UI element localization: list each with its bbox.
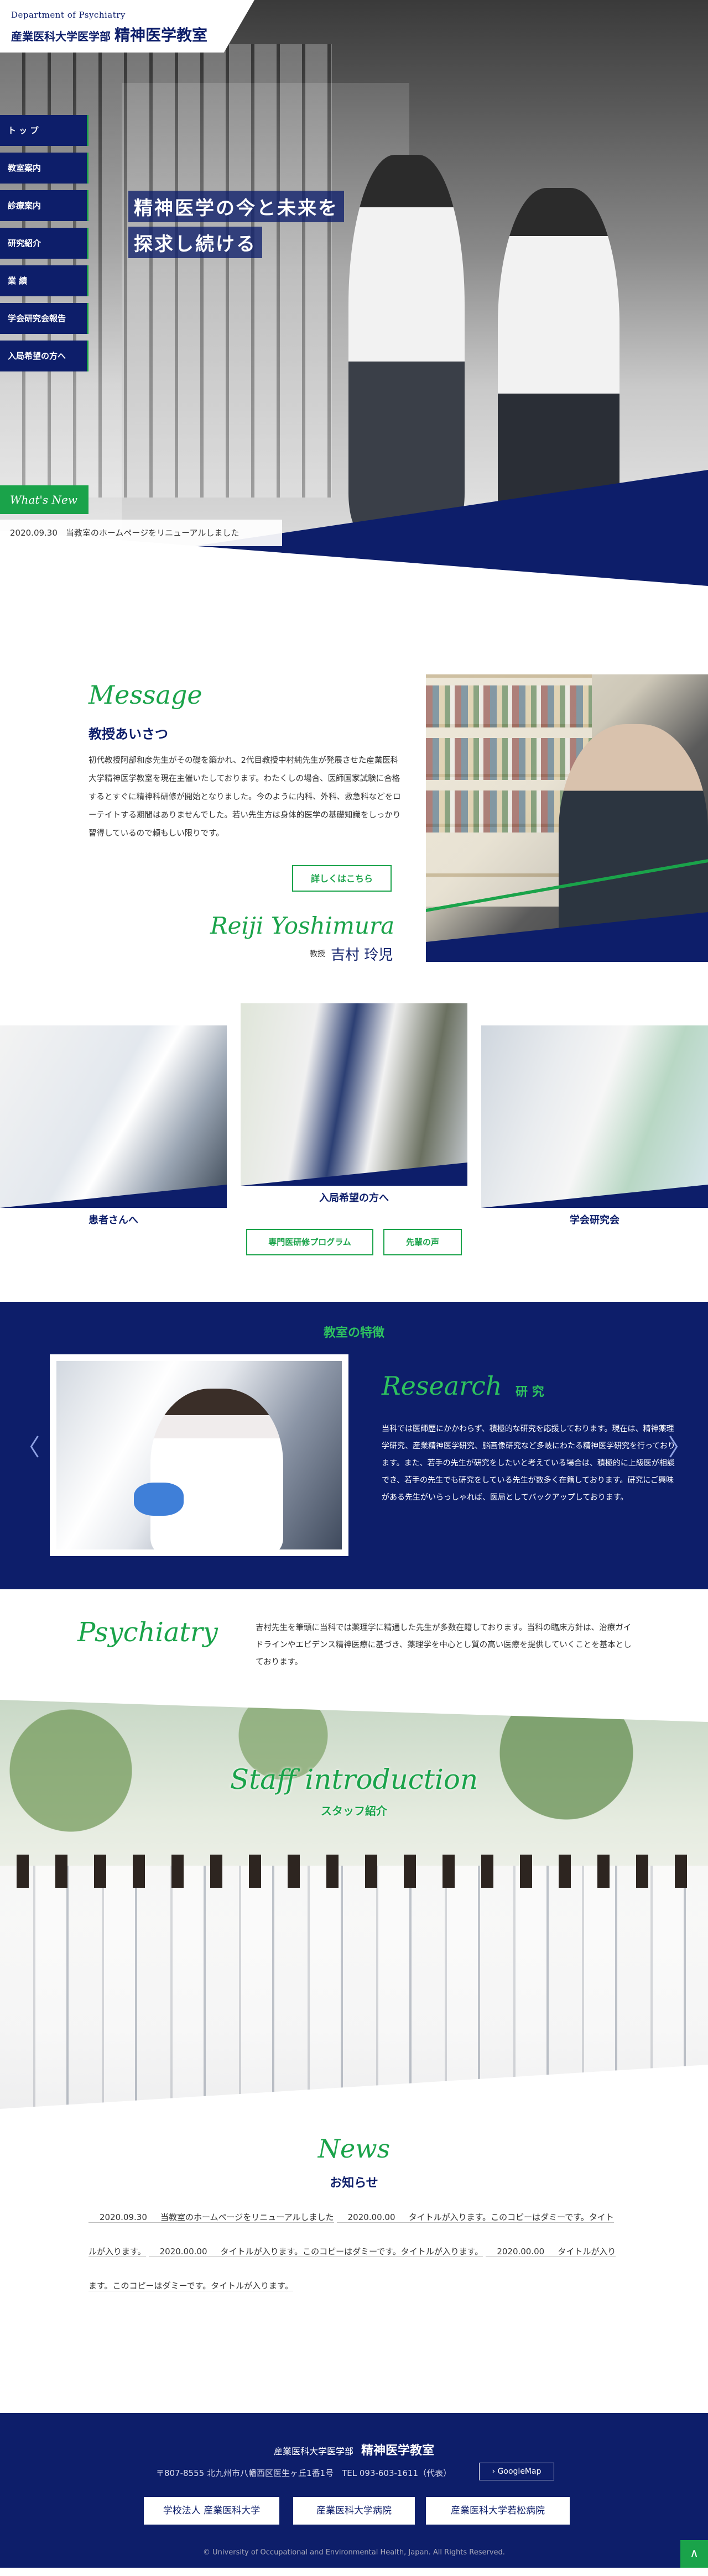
card-recruit-label: 入局希望の方へ [319, 1192, 389, 1204]
slider-prev-icon[interactable]: 〈 [17, 1429, 40, 1463]
footer-org: 産業医科大学医学部 精神医学教室 [0, 2441, 708, 2458]
research-title-ja: 研 究 [516, 1385, 544, 1399]
nav-top[interactable]: ト ッ プ [0, 115, 88, 146]
card-patients[interactable]: 患者さんへ [0, 1025, 227, 1226]
news-title-en: News [317, 2134, 391, 2164]
hero-doctor-1 [348, 155, 465, 531]
research-photo-researcher [150, 1389, 283, 1554]
features-section: 教室の特徴 〈 Research 研 究 当科では医師歴にかかわらず、積極的な研… [0, 1302, 708, 1589]
signature-name: 吉村 玲児 [331, 947, 393, 964]
footer-address: 〒807-8555 北九州市八幡西区医生ヶ丘1番1号 TEL 093-603-1… [156, 2468, 452, 2478]
card-patients-label: 患者さんへ [88, 1214, 138, 1226]
news-date: 2020.00.00 [347, 2212, 395, 2222]
nav-research[interactable]: 研究紹介 [0, 228, 88, 259]
news-date: 2020.00.00 [497, 2247, 545, 2256]
message-section: Message 教授あいさつ 初代教授阿部和彦先生がその礎を築かれ、2代目教授中… [0, 622, 708, 1003]
banner-hospital[interactable]: 産業医科大学病院 [293, 2497, 415, 2525]
nav-recruit[interactable]: 入局希望の方へ [0, 341, 88, 371]
nav-conference[interactable]: 学会研究会報告 [0, 303, 88, 334]
training-program-button[interactable]: 専門医研修プログラム [246, 1229, 373, 1255]
hero-catchcopy: 精神医学の今と未来を 探求し続ける [128, 191, 344, 263]
nav-clinic[interactable]: 診療案内 [0, 190, 88, 221]
signature-en: Reiji Yoshimura [210, 912, 395, 939]
hero-section: Department of Psychiatry 産業医科大学医学部 精神医学教… [0, 0, 708, 622]
nav-achievements[interactable]: 業 績 [0, 265, 88, 296]
features-subtitle: 教室の特徴 [323, 1326, 384, 1340]
staff-title-en: Staff introduction [230, 1763, 478, 1795]
professor-portrait [426, 674, 708, 962]
senior-voice-button[interactable]: 先輩の声 [383, 1229, 462, 1255]
card-patients-image [0, 1025, 227, 1208]
card-society-photo [481, 1025, 708, 1208]
site-logo[interactable]: Department of Psychiatry 産業医科大学医学部 精神医学教… [0, 0, 254, 53]
staff-title-ja: スタッフ紹介 [321, 1804, 387, 1818]
staff-photo-heads [0, 1855, 708, 1888]
staff-section[interactable]: Staff introduction スタッフ紹介 [0, 1700, 708, 2109]
news-text: 当教室のホームページをリニューアルしました [160, 2212, 334, 2222]
news-date: 2020.00.00 [159, 2247, 207, 2256]
side-nav: ト ッ プ 教室案内 診療案内 研究紹介 業 績 学会研究会報告 入局希望の方へ [0, 115, 88, 378]
message-title-en: Message [88, 680, 202, 710]
banner-wakamatsu[interactable]: 産業医科大学若松病院 [426, 2497, 570, 2525]
googlemap-button[interactable]: › GoogleMap [479, 2463, 554, 2480]
research-title-en: Research [382, 1371, 502, 1401]
catch-line-2: 探求し続ける [128, 227, 262, 258]
site-title: 産業医科大学医学部 精神医学教室 [11, 23, 243, 45]
catch-line-1: 精神医学の今と未来を [128, 191, 344, 222]
site-footer: 産業医科大学医学部 精神医学教室 〒807-8555 北九州市八幡西区医生ヶ丘1番… [0, 2413, 708, 2568]
pagetop-icon[interactable]: ∧ [680, 2540, 708, 2568]
news-item[interactable]: 2020.09.30 当教室のホームページをリニューアルしました [88, 2212, 334, 2223]
research-photo [50, 1354, 348, 1556]
signature-role: 教授 [310, 950, 325, 959]
footer-univ: 産業医科大学医学部 [273, 2446, 353, 2457]
news-text: タイトルが入ります。このコピーはダミーです。タイトルが入ります。 [220, 2247, 483, 2256]
message-title-ja: 教授あいさつ [88, 726, 168, 742]
lab-name: 精神医学教室 [114, 26, 207, 44]
psychiatry-title: Psychiatry [77, 1617, 218, 1648]
hero-doctor-2 [498, 188, 620, 531]
card-society[interactable]: 学会研究会 [481, 1025, 708, 1226]
news-item[interactable]: 2020.00.00 タイトルが入ります。このコピーはダミーです。タイトルが入りま… [148, 2247, 483, 2257]
news-date: 2020.09.30 [100, 2212, 147, 2222]
card-patients-photo [0, 1025, 227, 1208]
news-list: 2020.09.30 当教室のホームページをリニューアルしました 2020.00.… [88, 2200, 620, 2303]
banner-uoeh[interactable]: 学校法人 産業医科大学 [144, 2497, 279, 2525]
news-section: News お知らせ 2020.09.30 当教室のホームページをリニューアルしまし… [0, 2109, 708, 2413]
whats-new-label: What's New [0, 485, 88, 514]
psychiatry-body: 吉村先生を筆頭に当科では薬理学に精通した先生が多数在籍しております。当科の臨床方… [256, 1624, 632, 1667]
univ-name: 産業医科大学医学部 [11, 30, 111, 43]
whats-new-item[interactable]: 2020.09.30 当教室のホームページをリニューアルしました [0, 520, 282, 546]
link-cards-section: 患者さんへ 入局希望の方へ 学会研究会 専門医研修プログラム 先輩の声 [0, 1003, 708, 1302]
psychiatry-section: Psychiatry 吉村先生を筆頭に当科では薬理学に精通した先生が多数在籍して… [0, 1589, 708, 1700]
research-photo-glove [134, 1483, 184, 1516]
nav-about[interactable]: 教室案内 [0, 153, 88, 184]
card-recruit-photo [241, 1003, 467, 1186]
dept-english: Department of Psychiatry [11, 10, 126, 20]
message-more-button[interactable]: 詳しくはこちら [292, 865, 392, 892]
research-body: 当科では医師歴にかかわらず、積極的な研究を応援しております。現在は、精神薬理学研… [382, 1425, 675, 1502]
news-title-ja: お知らせ [330, 2176, 378, 2190]
copyright: © University of Occupational and Environ… [203, 2548, 505, 2557]
slider-next-icon[interactable]: 〉 [668, 1429, 691, 1463]
footer-lab: 精神医学教室 [361, 2444, 435, 2458]
card-society-image [481, 1025, 708, 1208]
card-recruit-image [241, 1003, 467, 1186]
card-society-label: 学会研究会 [570, 1214, 620, 1226]
card-recruit[interactable]: 入局希望の方へ [241, 1003, 467, 1204]
message-body: 初代教授阿部和彦先生がその礎を築かれ、2代目教授中村純先生が発展させた産業医科大… [88, 756, 401, 838]
